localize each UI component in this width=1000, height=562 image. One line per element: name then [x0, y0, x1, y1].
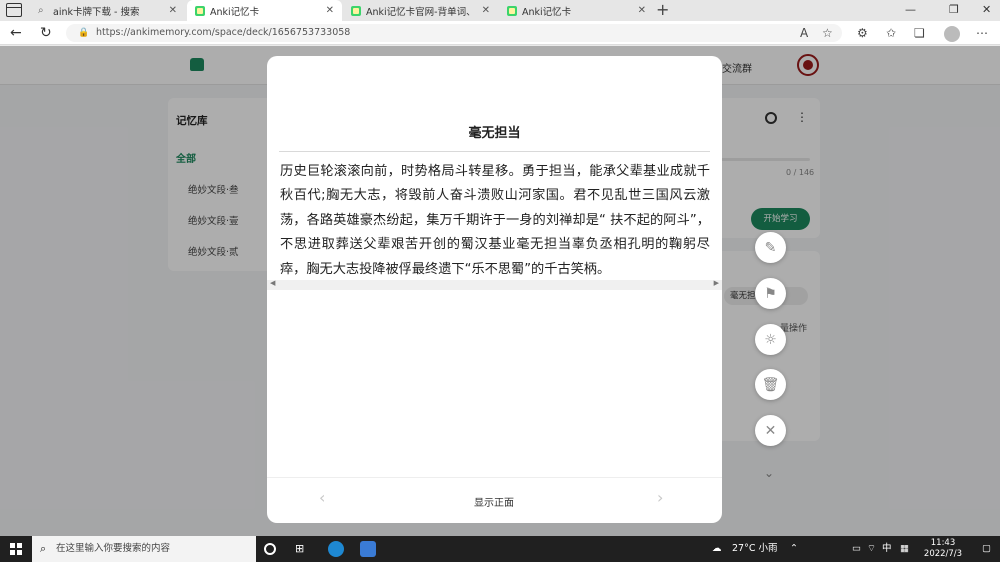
battery-icon[interactable]: ▭	[852, 536, 861, 562]
task-view-icon[interactable]: ⊞	[295, 541, 311, 557]
taskbar-search-placeholder: 在这里输入你要搜索的内容	[56, 543, 171, 554]
clock-time: 11:43	[930, 538, 956, 548]
url-input[interactable]: 🔒 https://ankimemory.com/space/deck/1656…	[66, 24, 842, 42]
lock-icon: 🔒	[78, 28, 90, 38]
refresh-icon[interactable]: ↻	[40, 24, 52, 42]
tray-chevron-up-icon[interactable]: ⌃	[790, 536, 798, 562]
close-modal-button[interactable]: ✕	[755, 415, 786, 446]
browser-tab-anki-official[interactable]: Anki记忆卡官网-背单词、考研、 ✕	[343, 0, 498, 21]
window-close-icon[interactable]: ✕	[982, 0, 991, 20]
minimize-icon[interactable]: —	[905, 0, 916, 20]
tab-close-icon[interactable]: ✕	[482, 5, 490, 16]
edit-card-button[interactable]: ✎	[755, 232, 786, 263]
search-icon: ⌕	[40, 542, 47, 555]
footer-divider	[267, 477, 722, 478]
taskbar-clock[interactable]: 11:43 2022/7/3	[916, 538, 970, 560]
tab-title: Anki记忆卡	[210, 6, 260, 18]
tab-title: Anki记忆卡	[522, 6, 572, 18]
tab-title: Anki记忆卡官网-背单词、考研、	[366, 6, 476, 18]
edge-browser-icon[interactable]	[328, 541, 344, 557]
notification-icon[interactable]: ▢	[982, 536, 991, 562]
tab-title: aink卡牌下载 - 搜索	[53, 6, 140, 18]
tab-close-icon[interactable]: ✕	[169, 5, 177, 16]
show-front-button[interactable]: 显示正面	[444, 494, 544, 509]
browser-tab-strip: ⌕ aink卡牌下载 - 搜索 ✕ Anki记忆卡 ✕ Anki记忆卡官网-背单…	[0, 0, 1000, 21]
search-icon: ⌕	[38, 4, 44, 16]
input-method-label[interactable]: 中	[882, 536, 892, 562]
new-tab-plus-icon[interactable]: +	[656, 0, 669, 20]
brightness-icon: ☼	[764, 331, 777, 348]
network-icon[interactable]: ⌔	[867, 536, 876, 562]
trash-icon: 🗑	[761, 376, 780, 393]
clock-date: 2022/7/3	[923, 549, 963, 559]
ime-grid-icon[interactable]: ▦	[900, 536, 909, 562]
previous-card-chevron-icon[interactable]: ‹	[319, 488, 325, 507]
weather-text[interactable]: 27°C 小雨	[732, 536, 778, 562]
title-divider	[279, 151, 710, 152]
flag-icon: ⚑	[764, 285, 777, 302]
horizontal-scrollbar[interactable]: ◀ ▶	[267, 279, 722, 290]
restore-icon[interactable]: ❐	[949, 0, 959, 20]
browser-tab-search[interactable]: ⌕ aink卡牌下载 - 搜索 ✕	[30, 0, 185, 21]
flashcard-modal: 毫无担当 历史巨轮滚滚向前，时势格局斗转星移。勇于担当，能承父辈基业成就千秋百代…	[267, 56, 722, 523]
windows-start-icon[interactable]	[10, 543, 22, 555]
browser-tab-anki-active[interactable]: Anki记忆卡 ✕	[187, 0, 342, 21]
url-text: https://ankimemory.com/space/deck/165675…	[96, 27, 351, 38]
profile-avatar[interactable]	[944, 26, 960, 42]
anki-favicon-icon	[195, 5, 205, 16]
tab-close-icon[interactable]: ✕	[326, 5, 334, 16]
extensions-icon[interactable]: ⚙	[857, 25, 868, 41]
tab-actions-icon[interactable]	[6, 3, 22, 17]
back-arrow-icon[interactable]: ←	[10, 24, 22, 42]
edit-icon: ✎	[764, 239, 777, 256]
anki-favicon-icon	[507, 5, 517, 16]
favorite-star-icon[interactable]: ☆	[822, 25, 833, 41]
brightness-button[interactable]: ☼	[755, 324, 786, 355]
close-icon: ✕	[764, 422, 777, 439]
flag-card-button[interactable]: ⚑	[755, 278, 786, 309]
favorites-icon[interactable]: ✩	[886, 25, 896, 41]
windows-taskbar: ⌕ 在这里输入你要搜索的内容 ⊞ ☁ 27°C 小雨 ⌃ ▭ ⌔ 中 ▦ 11:…	[0, 536, 1000, 562]
taskbar-search-input[interactable]: ⌕ 在这里输入你要搜索的内容	[32, 536, 256, 562]
more-menu-icon[interactable]: ⋯	[976, 25, 988, 41]
address-bar-row: ← ↻ 🔒 https://ankimemory.com/space/deck/…	[0, 21, 1000, 45]
taskbar-app-icon[interactable]	[360, 541, 376, 557]
delete-card-button[interactable]: 🗑	[755, 369, 786, 400]
weather-icon[interactable]: ☁	[712, 536, 722, 562]
tab-close-icon[interactable]: ✕	[638, 5, 646, 16]
browser-tab-anki-2[interactable]: Anki记忆卡 ✕	[499, 0, 654, 21]
collections-icon[interactable]: ❏	[914, 25, 925, 41]
read-aloud-icon[interactable]: A	[800, 25, 808, 41]
anki-favicon-icon	[351, 5, 361, 16]
card-title: 毫无担当	[468, 126, 521, 141]
task-view-circle-icon[interactable]	[264, 543, 276, 555]
scroll-left-arrow-icon[interactable]: ◀	[270, 279, 275, 287]
scroll-right-arrow-icon[interactable]: ▶	[714, 279, 719, 287]
next-card-chevron-icon[interactable]: ›	[657, 488, 663, 507]
card-back-content: 历史巨轮滚滚向前，时势格局斗转星移。勇于担当，能承父辈基业成就千秋百代;胸无大志…	[280, 164, 710, 277]
